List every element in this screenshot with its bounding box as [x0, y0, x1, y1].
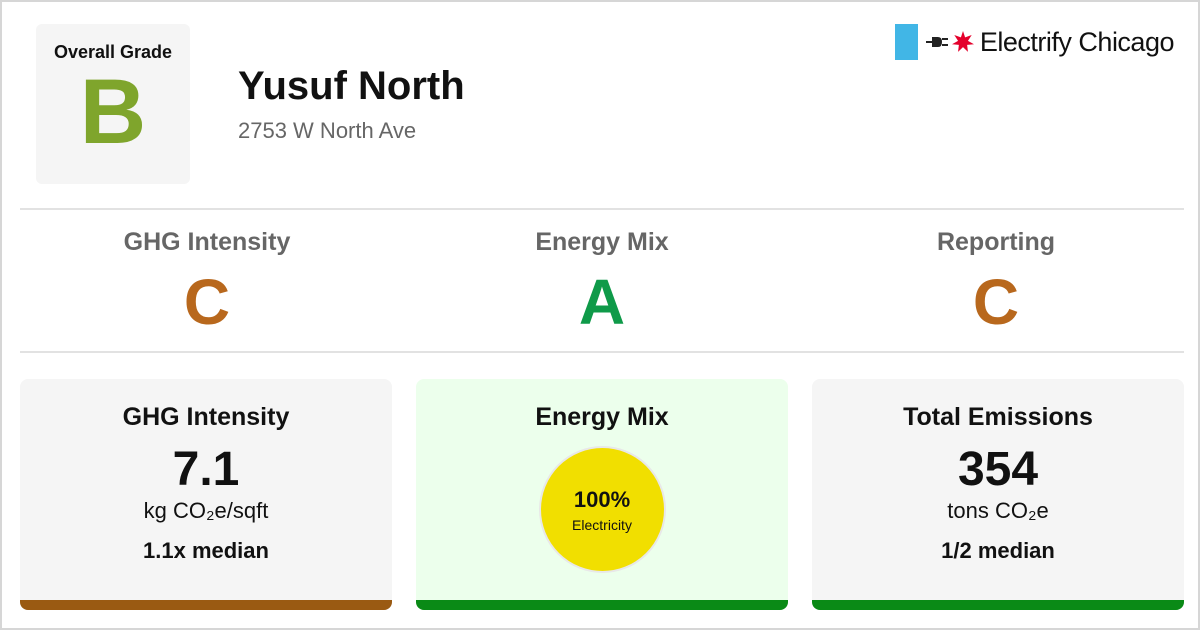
- plug-icon: [925, 37, 948, 47]
- card-median-comparison: 1/2 median: [941, 538, 1055, 563]
- divider-middle: [20, 351, 1184, 353]
- grade-label: GHG Intensity: [123, 228, 291, 256]
- card-value: 7.1: [172, 443, 240, 496]
- overall-grade-letter: B: [79, 61, 147, 163]
- overall-grade-label: Overall Grade: [53, 42, 173, 62]
- brand-logo: Electrify Chicago: [894, 24, 1175, 60]
- overall-grade-box: Overall Grade B: [36, 24, 190, 184]
- card-median-comparison: 1.1x median: [143, 538, 269, 563]
- card-grade-bar: [416, 600, 788, 610]
- card-title: Total Emissions: [903, 403, 1093, 431]
- card-value: 354: [957, 443, 1039, 496]
- chicago-flag-bar-icon: [894, 24, 918, 60]
- divider-top: [20, 208, 1184, 210]
- share-card: Overall Grade B Yusuf North 2753 W North…: [0, 0, 1200, 630]
- card-title: Energy Mix: [535, 403, 669, 431]
- grade-letter: A: [578, 266, 626, 338]
- building-address: 2753 W North Ave: [238, 118, 417, 143]
- card-title: GHG Intensity: [122, 403, 290, 431]
- card-energy-mix: Energy Mix 100% Electricity: [416, 379, 788, 610]
- card-grade-bar: [20, 600, 392, 610]
- energy-mix-source: Electricity: [572, 516, 632, 533]
- chicago-star-icon: [951, 31, 974, 52]
- grade-reporting: Reporting C: [799, 228, 1193, 335]
- energy-mix-circle: 100% Electricity: [538, 446, 666, 573]
- energy-mix-percent: 100%: [573, 486, 631, 512]
- card-grade-bar: [812, 600, 1184, 610]
- card-ghg-intensity: GHG Intensity 7.1 kg CO₂e/sqft 1.1x medi…: [20, 379, 392, 610]
- grade-letter: C: [972, 266, 1020, 338]
- grade-letter: C: [183, 266, 231, 338]
- card-unit: tons CO₂e: [947, 498, 1049, 523]
- card-unit: kg CO₂e/sqft: [143, 498, 269, 523]
- card-total-emissions: Total Emissions 354 tons CO₂e 1/2 median: [812, 379, 1184, 610]
- grade-label: Reporting: [936, 228, 1056, 256]
- grade-label: Energy Mix: [535, 228, 669, 256]
- building-name: Yusuf North: [238, 64, 465, 108]
- brand-name: Electrify Chicago: [979, 26, 1175, 57]
- grade-energy-mix: Energy Mix A: [405, 228, 799, 335]
- grade-ghg-intensity: GHG Intensity C: [10, 228, 404, 335]
